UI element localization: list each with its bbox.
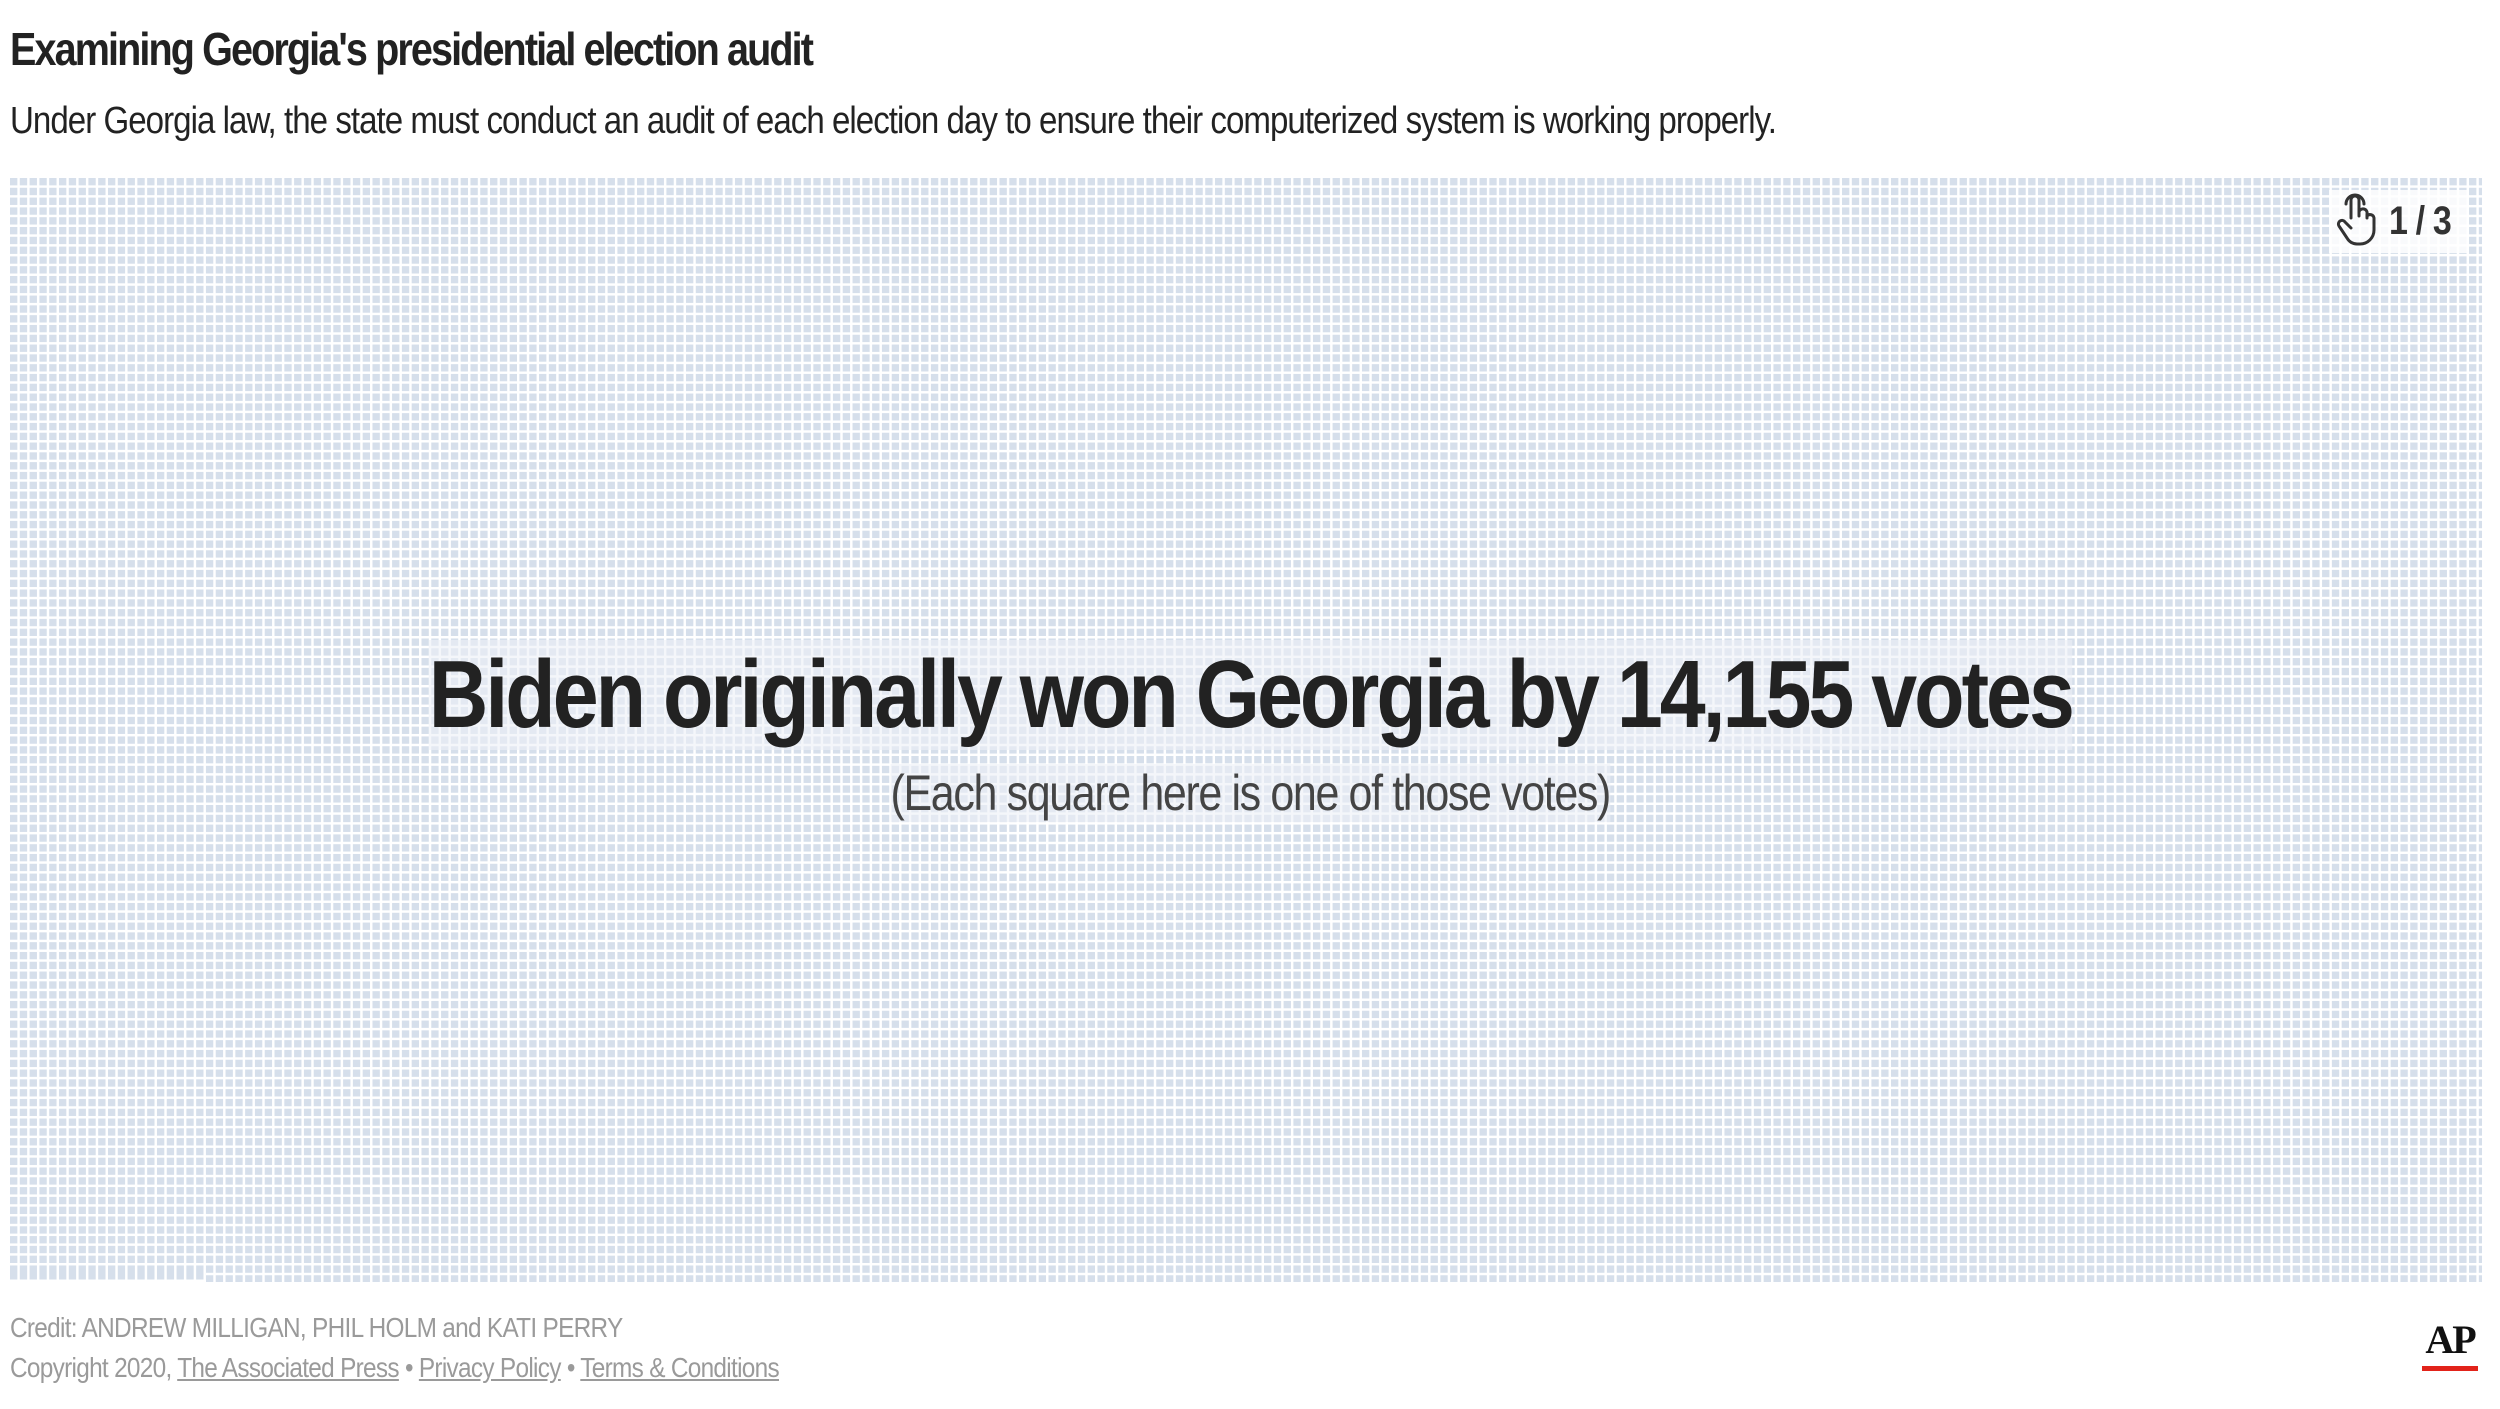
ap-logo-bar — [2422, 1366, 2478, 1371]
slide-subhead-container: (Each square here is one of those votes) — [0, 764, 2500, 822]
step-counter: 1 / 3 — [2389, 199, 2452, 243]
step-indicator[interactable]: 1 / 3 — [2329, 190, 2468, 253]
credit-line: Credit: ANDREW MILLIGAN, PHIL HOLM and K… — [10, 1312, 623, 1343]
vote-squares-last-row — [10, 1272, 206, 1282]
publisher-link[interactable]: The Associated Press — [177, 1352, 399, 1383]
ap-logo-text: AP — [2425, 1317, 2476, 1362]
copyright-line: Copyright 2020, The Associated Press • P… — [10, 1352, 780, 1384]
separator: • — [404, 1352, 414, 1383]
slide-headline-container: Biden originally won Georgia by 14,155 v… — [0, 640, 2500, 750]
slide-subhead: (Each square here is one of those votes) — [890, 764, 1611, 822]
copyright-prefix: Copyright 2020, — [10, 1352, 172, 1383]
separator: • — [566, 1352, 576, 1383]
graphic-subtitle: Under Georgia law, the state must conduc… — [10, 100, 1777, 142]
privacy-policy-link[interactable]: Privacy Policy — [419, 1352, 562, 1383]
graphic-title: Examining Georgia's presidential electio… — [10, 23, 814, 75]
tap-hand-icon — [2335, 192, 2379, 251]
ap-logo[interactable]: AP — [2422, 1320, 2478, 1371]
slide-headline: Biden originally won Georgia by 14,155 v… — [428, 640, 2075, 750]
terms-link[interactable]: Terms & Conditions — [580, 1352, 779, 1383]
